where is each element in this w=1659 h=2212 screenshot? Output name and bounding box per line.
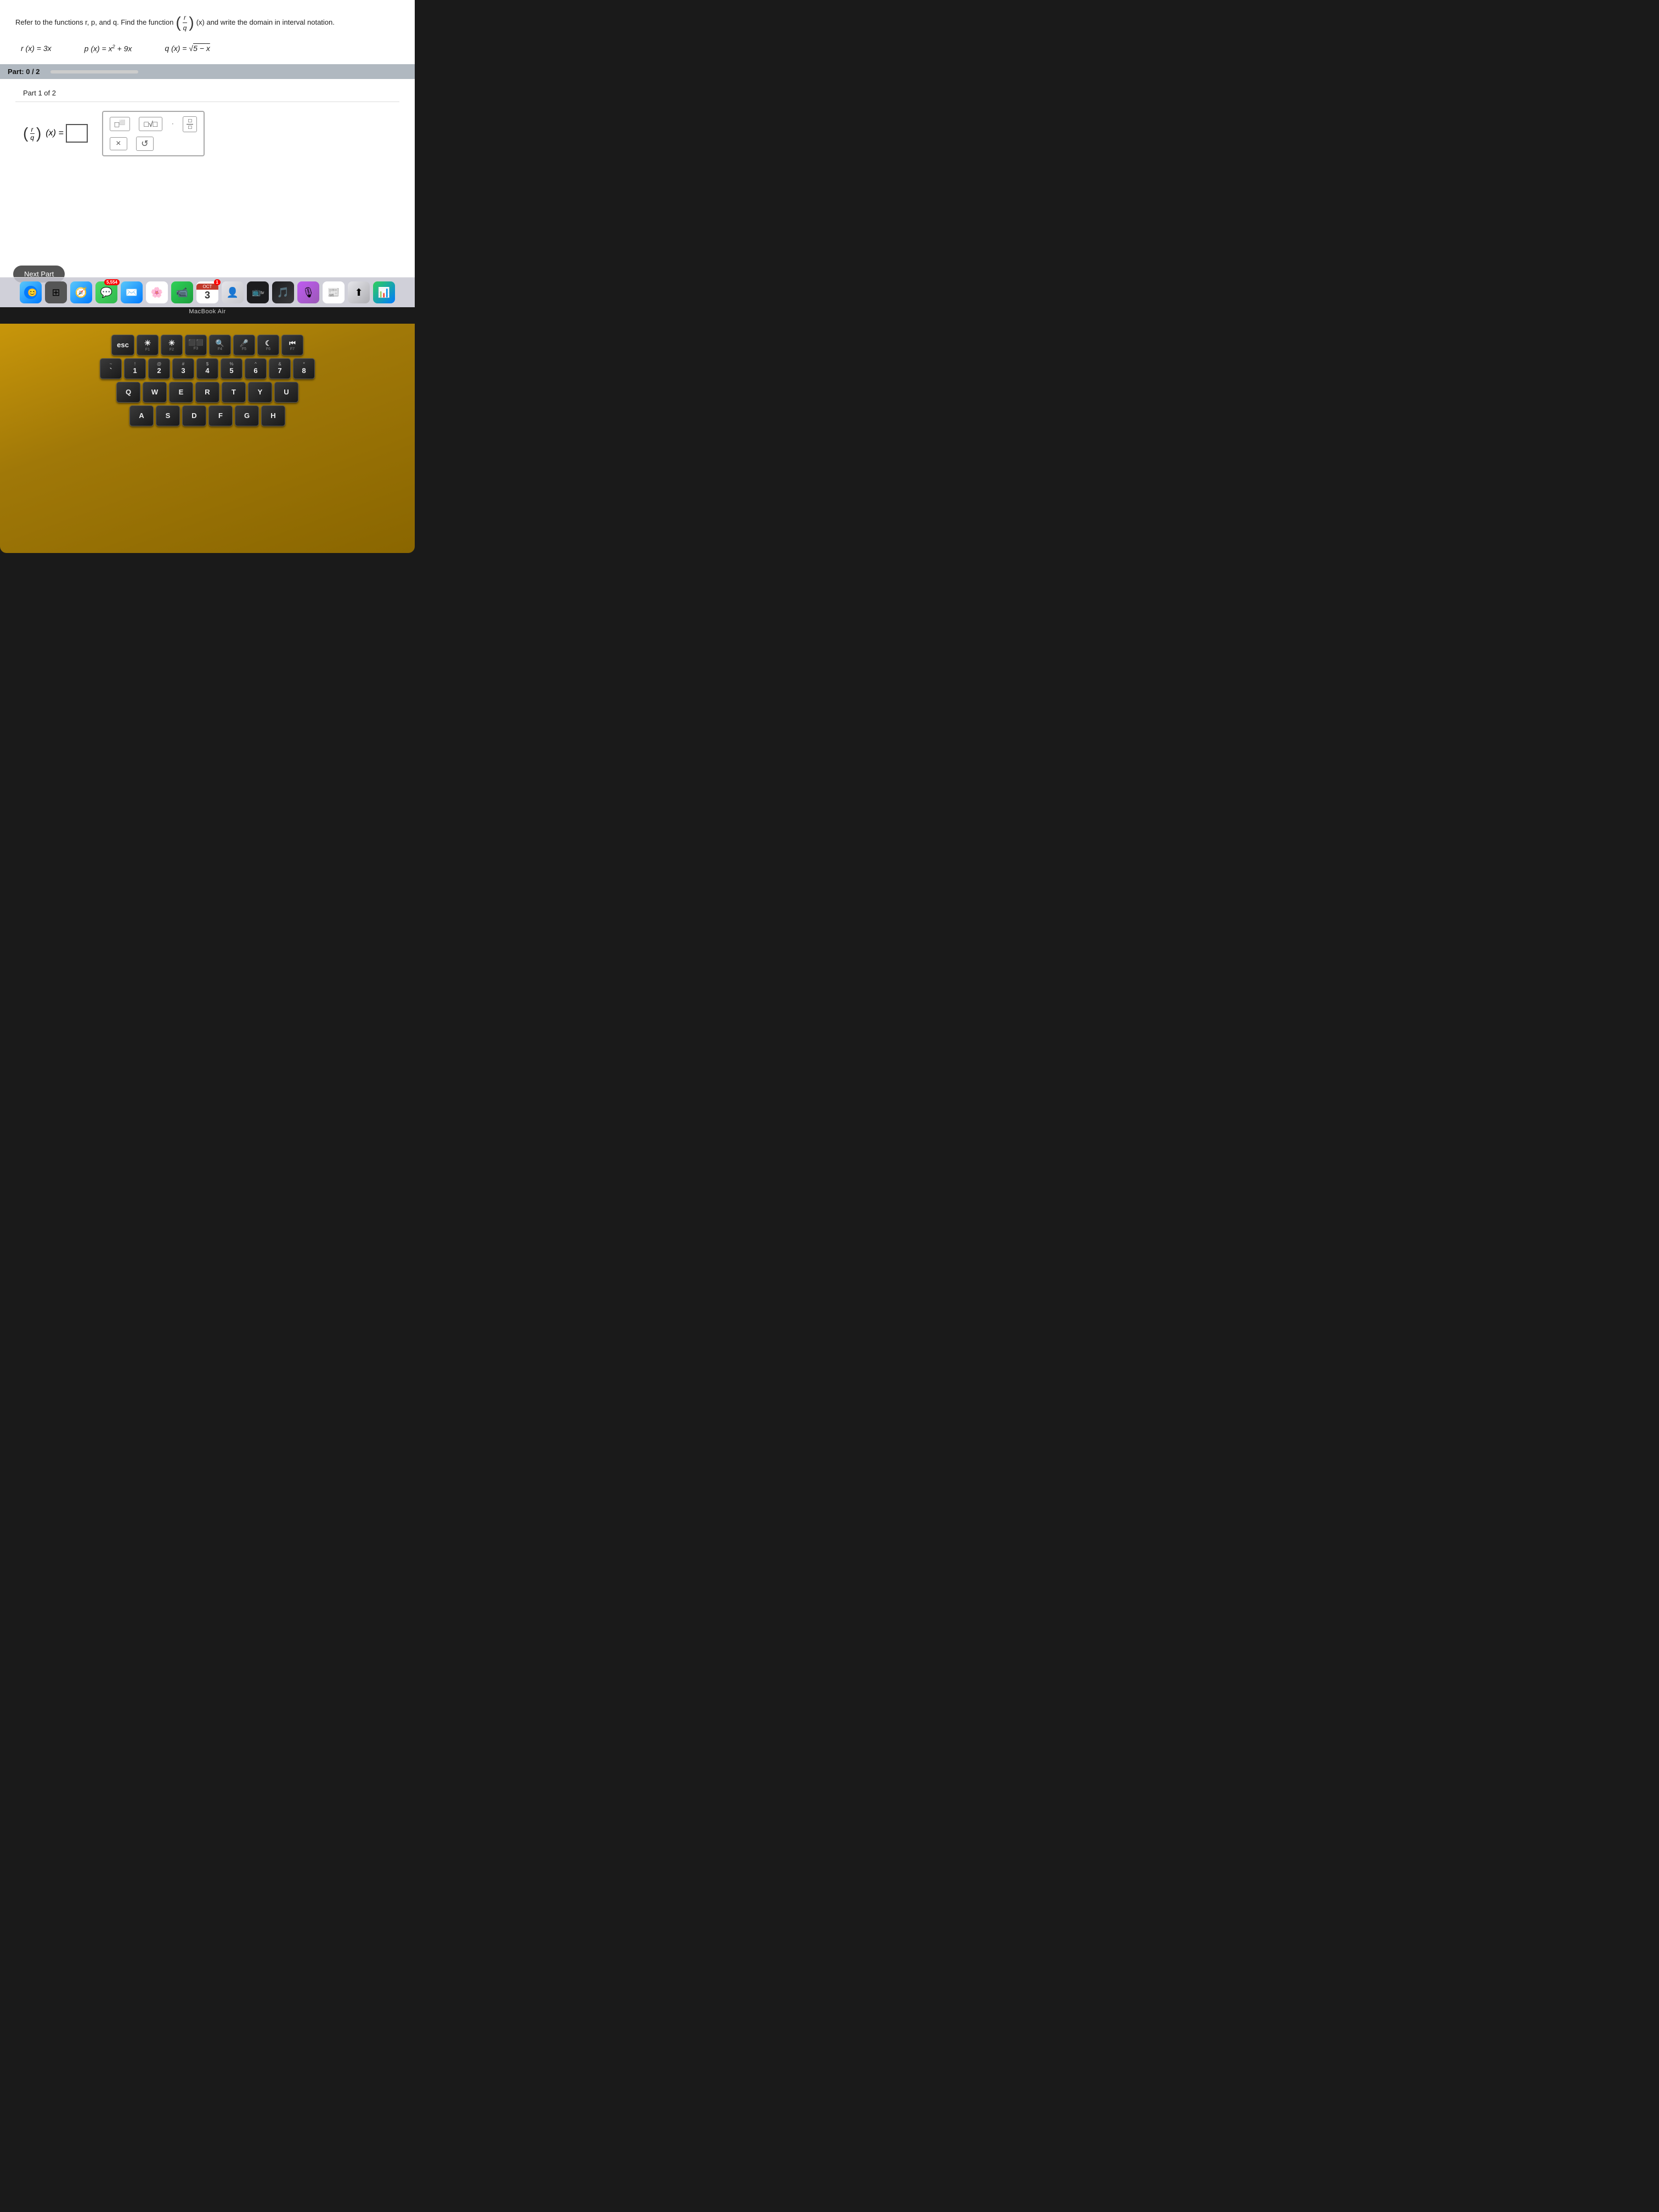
key-e[interactable]: E [169, 382, 193, 403]
dock: 😊 ⊞ 🧭 💬 5,554 ✉️ 🌸 📹 OCT 3 1 👤 📺 tv 🎵 🎙 … [0, 277, 415, 307]
dock-icon-launchpad[interactable]: ⊞ [45, 281, 67, 303]
key-1[interactable]: ! 1 [124, 358, 146, 379]
dock-icon-appletv[interactable]: 📺 tv [247, 281, 269, 303]
calendar-badge: 1 [214, 279, 221, 285]
key-5[interactable]: % 5 [221, 358, 242, 379]
key-a[interactable]: A [129, 405, 154, 426]
key-2[interactable]: @ 2 [148, 358, 170, 379]
part-header: Part: 0 / 2 [0, 64, 415, 79]
dock-icon-calendar[interactable]: OCT 3 1 [196, 281, 218, 303]
key-q[interactable]: Q [116, 382, 140, 403]
function-key-row: esc ☀ F1 ☀ F2 ⬛⬛ F3 🔍 F4 🎤 F5 ☾ F6 ⏮ F7 [5, 335, 409, 356]
toolbar-row-1: □⬜ □√□ · □ □ [110, 116, 198, 132]
superscript-button[interactable]: □⬜ [110, 117, 131, 132]
key-f1[interactable]: ☀ F1 [137, 335, 159, 356]
key-g[interactable]: G [235, 405, 259, 426]
part-header-text: Part: 0 / 2 [8, 67, 40, 76]
key-6[interactable]: ^ 6 [245, 358, 267, 379]
key-t[interactable]: T [222, 382, 246, 403]
dock-icon-charts[interactable]: 📊 [373, 281, 395, 303]
undo-button[interactable]: ↺ [136, 137, 154, 151]
macbook-label: MacBook Air [0, 308, 415, 315]
key-esc[interactable]: esc [111, 335, 134, 356]
key-f4[interactable]: 🔍 F4 [209, 335, 231, 356]
asdf-row: A S D F G H [5, 405, 409, 426]
dock-icon-finder[interactable]: 😊 [20, 281, 42, 303]
problem-prefix: Refer to the functions r, p, and q. Find… [15, 17, 173, 28]
dock-icon-messages[interactable]: 💬 5,554 [95, 281, 117, 303]
key-f[interactable]: F [208, 405, 233, 426]
keyboard: esc ☀ F1 ☀ F2 ⬛⬛ F3 🔍 F4 🎤 F5 ☾ F6 ⏮ F7 [0, 324, 415, 553]
qwerty-row: Q W E R T Y U [5, 382, 409, 403]
dock-icon-contacts[interactable]: 👤 [222, 281, 244, 303]
svg-text:😊: 😊 [27, 288, 37, 297]
fraction-button[interactable]: □ □ [183, 116, 197, 132]
screen: Refer to the functions r, p, and q. Find… [0, 0, 415, 307]
dock-icon-up[interactable]: ⬆ [348, 281, 370, 303]
dock-icon-photos[interactable]: 🌸 [146, 281, 168, 303]
calendar-day: 3 [205, 290, 210, 301]
key-u[interactable]: U [274, 382, 298, 403]
dock-icon-facetime[interactable]: 📹 [171, 281, 193, 303]
key-s[interactable]: S [156, 405, 180, 426]
answer-row: ( r q ) (x) = □⬜ □√□ [15, 102, 399, 161]
part-label-text: Part 1 of 2 [23, 89, 56, 97]
key-f5[interactable]: 🎤 F5 [233, 335, 255, 356]
messages-badge: 5,554 [104, 279, 120, 285]
key-4[interactable]: $ 4 [196, 358, 218, 379]
sqrt-button[interactable]: □√□ [139, 117, 162, 131]
equation-display: ( r q ) (x) = [23, 124, 88, 143]
key-f7[interactable]: ⏮ F7 [281, 335, 303, 356]
clear-button[interactable]: × [110, 137, 127, 150]
problem-statement: Refer to the functions r, p, and q. Find… [15, 11, 399, 34]
key-h[interactable]: H [261, 405, 285, 426]
key-f6[interactable]: ☾ F6 [257, 335, 279, 356]
dock-icon-safari[interactable]: 🧭 [70, 281, 92, 303]
function-p: p (x) = x2 + 9x [84, 44, 132, 53]
key-7[interactable]: & 7 [269, 358, 291, 379]
key-w[interactable]: W [143, 382, 167, 403]
answer-input[interactable] [66, 124, 88, 143]
toolbar-row-2: × ↺ [110, 137, 198, 151]
key-r[interactable]: R [195, 382, 219, 403]
fraction-notation: ( r q ) [176, 11, 194, 34]
key-3[interactable]: # 3 [172, 358, 194, 379]
key-tilde[interactable]: ~ ` [100, 358, 122, 379]
key-y[interactable]: Y [248, 382, 272, 403]
math-toolbar: □⬜ □√□ · □ □ × ↺ [102, 111, 205, 156]
key-8[interactable]: * 8 [293, 358, 315, 379]
key-f2[interactable]: ☀ F2 [161, 335, 183, 356]
function-r: r (x) = 3x [21, 44, 52, 53]
key-f3[interactable]: ⬛⬛ F3 [185, 335, 207, 356]
part-label: Part 1 of 2 [15, 84, 399, 102]
dock-icon-music[interactable]: 🎵 [272, 281, 294, 303]
dock-icon-news[interactable]: 📰 [323, 281, 345, 303]
dock-icon-podcasts[interactable]: 🎙 [297, 281, 319, 303]
number-key-row: ~ ` ! 1 @ 2 # 3 $ 4 % 5 ^ 6 & 7 [5, 358, 409, 379]
dock-icon-mail[interactable]: ✉️ [121, 281, 143, 303]
functions-row: r (x) = 3x p (x) = x2 + 9x q (x) = √5 − … [15, 44, 399, 53]
key-d[interactable]: D [182, 405, 206, 426]
function-q: q (x) = √5 − x [165, 44, 210, 53]
problem-suffix: (x) and write the domain in interval not… [196, 17, 335, 28]
